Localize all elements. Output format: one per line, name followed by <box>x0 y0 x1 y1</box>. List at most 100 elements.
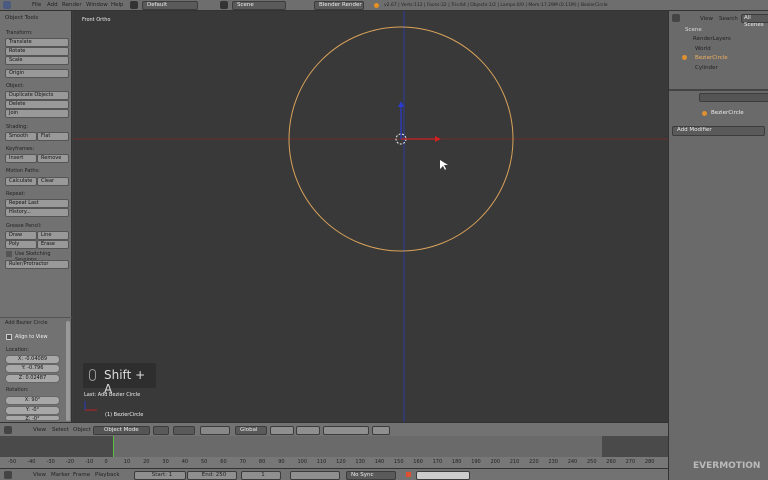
object-tools-header[interactable]: Object Tools <box>5 15 38 21</box>
clear-button[interactable]: Clear <box>37 177 69 186</box>
outliner-filter-select[interactable]: All Scenes <box>741 14 768 28</box>
remove-button[interactable]: Remove <box>37 154 69 163</box>
menu-select[interactable]: Select <box>52 427 69 433</box>
outliner-editor-icon[interactable] <box>672 14 680 22</box>
3d-viewport[interactable]: Front Ortho Shift + A Last: Add Bezier C… <box>73 11 668 422</box>
menu-file[interactable]: File <box>32 2 41 8</box>
properties-tabs[interactable] <box>699 93 768 102</box>
align-checkbox[interactable] <box>6 334 12 340</box>
draw-button[interactable]: Draw <box>5 231 37 240</box>
info-editor-icon[interactable] <box>3 1 11 9</box>
playback-controls[interactable] <box>290 471 340 480</box>
end-frame-field[interactable]: End: 250 <box>187 471 237 480</box>
history-button[interactable]: History... <box>5 208 69 217</box>
last-operator: Last: Add Bezier Circle <box>84 392 141 398</box>
current-frame-field[interactable]: 1 <box>241 471 281 480</box>
timeline-tick: 270 <box>625 459 636 465</box>
timeline-tick: 190 <box>471 459 481 465</box>
layers-grid-2[interactable] <box>296 426 320 435</box>
scene-select[interactable]: Scene <box>232 1 286 10</box>
menu-object[interactable]: Object <box>73 427 91 433</box>
evermotion-watermark: EVERMOTION <box>693 461 761 471</box>
editor-type-icon[interactable] <box>4 426 12 434</box>
timeline-editor-icon[interactable] <box>4 471 12 479</box>
menu-add[interactable]: Add <box>47 2 58 8</box>
properties-object-name: BezierCircle <box>711 110 744 116</box>
object-icon <box>702 111 707 116</box>
active-object-label: (1) BezierCircle <box>105 412 144 418</box>
operator-header[interactable]: Add Bezier Circle <box>5 320 48 326</box>
outliner-item-cylinder[interactable]: Cylinder <box>695 65 718 71</box>
record-icon[interactable] <box>406 472 411 477</box>
outliner-search-menu[interactable]: Search <box>719 16 738 22</box>
timeline-tick: 230 <box>548 459 558 465</box>
sync-select[interactable]: No Sync <box>346 471 396 480</box>
keyframes-label: Keyframes: <box>6 146 35 152</box>
outliner-item-scene[interactable]: Scene <box>685 27 702 33</box>
location-z[interactable]: Z: 0.02487 <box>5 374 60 383</box>
repeat-last-button[interactable]: Repeat Last <box>5 199 69 208</box>
snap-buttons[interactable] <box>323 426 369 435</box>
timeline[interactable]: -50 -40 -30 -20 -10 0 10 20 30 40 50 60 70 80 90 100 110… <box>0 436 668 468</box>
sketching-checkbox[interactable] <box>6 251 12 257</box>
scale-button[interactable]: Scale <box>5 56 69 65</box>
timeline-tick: 240 <box>567 459 578 465</box>
menu-window[interactable]: Window <box>86 2 108 8</box>
erase-button[interactable]: Erase <box>37 240 69 249</box>
rotation-z[interactable]: Z: -0° <box>5 415 60 421</box>
timeline-tick: 10 <box>123 459 131 465</box>
shading-select[interactable] <box>153 426 169 435</box>
flat-button[interactable]: Flat <box>37 132 69 141</box>
location-x[interactable]: X: -0.04089 <box>5 355 60 364</box>
outliner-item-renderlayers[interactable]: RenderLayers <box>693 36 731 42</box>
layout-icon[interactable] <box>130 1 138 9</box>
calculate-button[interactable]: Calculate <box>5 177 37 186</box>
rotate-button[interactable]: Rotate <box>5 47 69 56</box>
poly-button[interactable]: Poly <box>5 240 37 249</box>
outliner-item-world[interactable]: World <box>695 46 711 52</box>
translate-button[interactable]: Translate <box>5 38 69 47</box>
render-engine-select[interactable]: Blender Render <box>314 1 364 10</box>
repeat-label: Repeat: <box>6 191 26 197</box>
render-buttons[interactable] <box>372 426 390 435</box>
orientation-select[interactable]: Global <box>235 426 267 435</box>
layers-grid-1[interactable] <box>270 426 294 435</box>
tl-menu-frame[interactable]: Frame <box>73 472 90 478</box>
keying-set-field[interactable] <box>416 471 470 480</box>
start-frame-field[interactable]: Start: 1 <box>134 471 186 480</box>
timeline-tick: 110 <box>316 459 327 465</box>
pivot-select[interactable] <box>173 426 195 435</box>
scene-icon[interactable] <box>220 1 228 9</box>
join-button[interactable]: Join <box>5 109 69 118</box>
tl-menu-view[interactable]: View <box>33 472 46 478</box>
menu-help[interactable]: Help <box>111 2 124 8</box>
panel-scrollbar[interactable] <box>66 321 70 421</box>
insert-button[interactable]: Insert <box>5 154 37 163</box>
layout-select[interactable]: Default <box>142 1 198 10</box>
manipulator-buttons[interactable] <box>200 426 230 435</box>
delete-button[interactable]: Delete <box>5 100 69 109</box>
timeline-tick: 150 <box>394 459 404 465</box>
duplicate-button[interactable]: Duplicate Objects <box>5 91 69 100</box>
add-modifier-button[interactable]: Add Modifier <box>672 126 765 136</box>
outliner-view-menu[interactable]: View <box>700 16 713 22</box>
rotation-y[interactable]: Y: -0° <box>5 406 60 415</box>
ruler-button[interactable]: Ruler/Protractor <box>5 260 69 269</box>
mode-select[interactable]: Object Mode <box>93 426 150 435</box>
z-gizmo-head <box>398 101 404 107</box>
outliner-item-beziercircle[interactable]: BezierCircle <box>695 55 728 61</box>
menu-view[interactable]: View <box>33 427 46 433</box>
tl-menu-marker[interactable]: Marker <box>51 472 70 478</box>
timeline-tick: 0 <box>104 459 108 465</box>
x-gizmo-head <box>435 136 441 142</box>
menu-render[interactable]: Render <box>62 2 82 8</box>
line-button[interactable]: Line <box>37 231 69 240</box>
timeline-tick: 160 <box>413 459 423 465</box>
object-label: Object: <box>6 83 24 89</box>
rotation-x[interactable]: X: 90° <box>5 396 60 405</box>
origin-button[interactable]: Origin <box>5 69 69 78</box>
tl-menu-playback[interactable]: Playback <box>95 472 120 478</box>
location-y[interactable]: Y: -0.796 <box>5 364 60 373</box>
timeline-tick: 90 <box>278 459 285 465</box>
smooth-button[interactable]: Smooth <box>5 132 37 141</box>
